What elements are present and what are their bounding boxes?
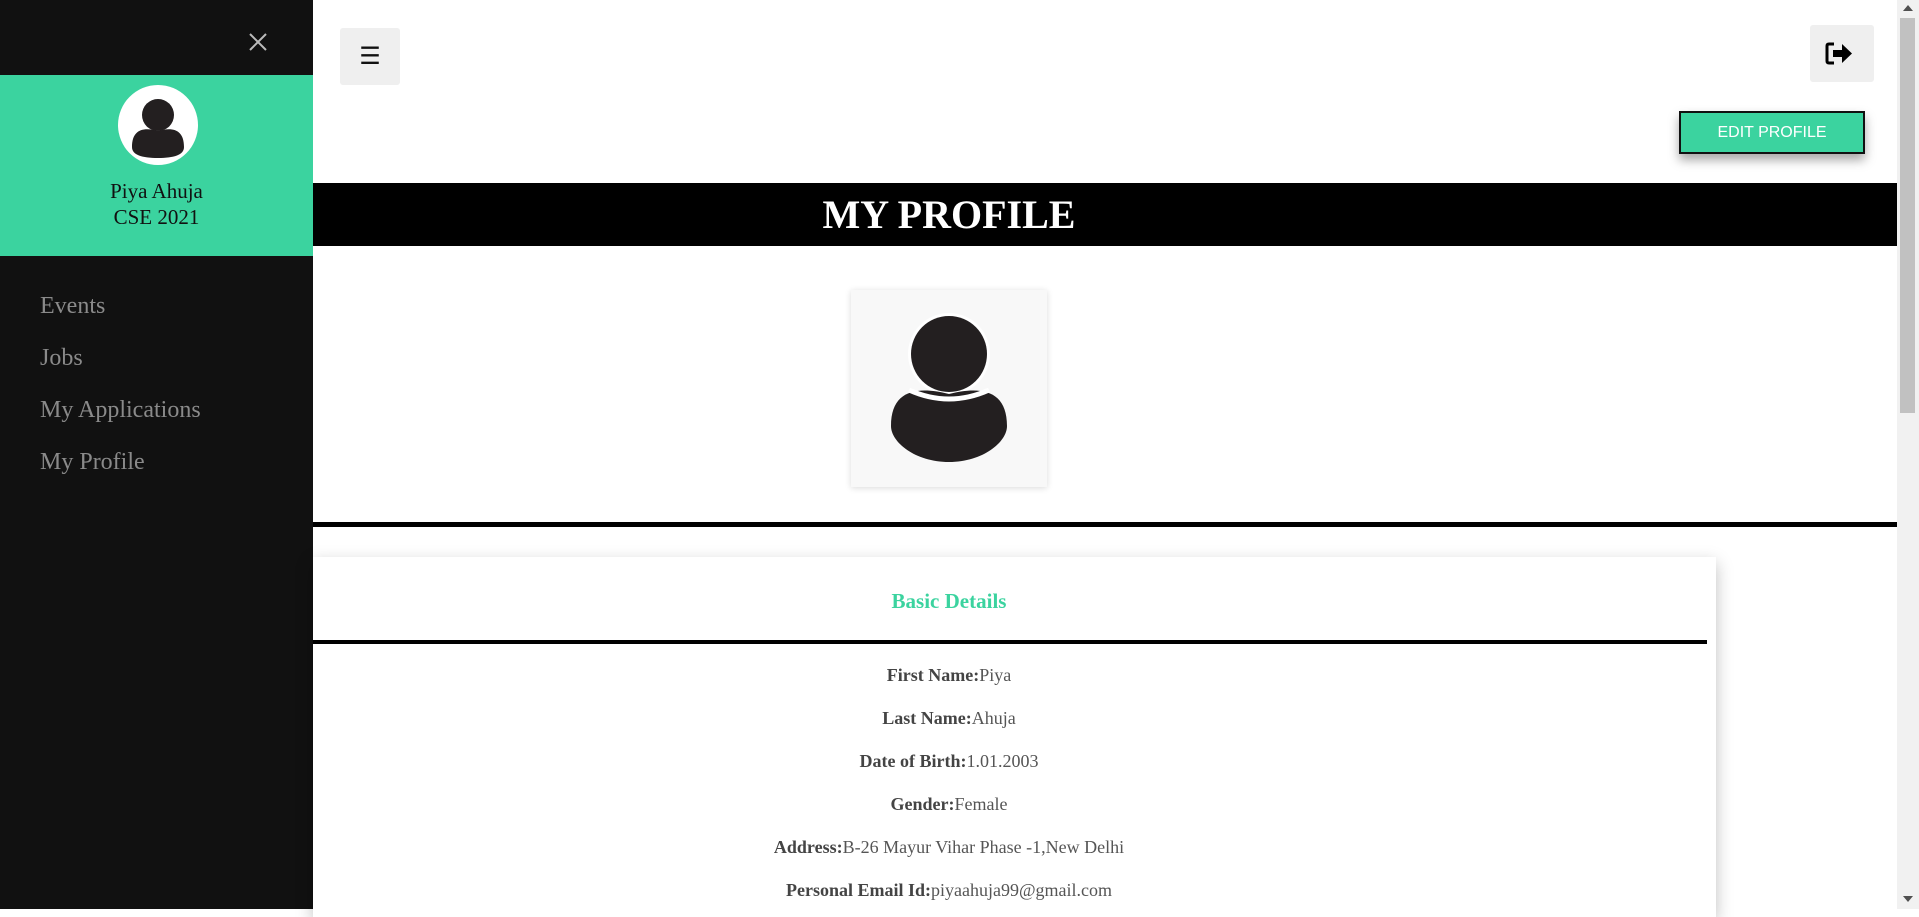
scroll-down-arrow-icon[interactable]: [1903, 896, 1913, 902]
edit-profile-button[interactable]: EDIT PROFILE: [1679, 111, 1865, 154]
profile-picture: [851, 290, 1047, 487]
menu-toggle-button[interactable]: ☰: [340, 28, 400, 85]
detail-personal-email: Personal Email Id:piyaahuja99@gmail.com: [313, 880, 1585, 901]
user-name: Piya Ahuja: [110, 179, 203, 203]
detail-last-name: Last Name:Ahuja: [313, 708, 1585, 729]
close-sidebar-button[interactable]: [240, 24, 276, 60]
basic-details-card: Basic Details First Name:Piya Last Name:…: [313, 557, 1716, 917]
field-label: Date of Birth:: [859, 751, 967, 771]
field-value: Female: [954, 794, 1008, 814]
sidebar-nav: Events Jobs My Applications My Profile: [40, 288, 201, 496]
field-label: Last Name:: [882, 708, 972, 728]
field-value: B-26 Mayur Vihar Phase -1,New Delhi: [842, 837, 1125, 857]
sidebar-profile-block: Piya Ahuja CSE 2021: [0, 75, 313, 256]
field-value: 1.01.2003: [966, 751, 1039, 771]
user-icon: [891, 313, 1007, 462]
card-heading: Basic Details: [891, 589, 1007, 613]
field-value: Piya: [979, 665, 1012, 685]
card-divider: [313, 640, 1707, 644]
sidebar-item-my-profile[interactable]: My Profile: [40, 444, 201, 496]
detail-date-of-birth: Date of Birth:1.01.2003: [313, 751, 1585, 772]
field-label: Gender:: [890, 794, 955, 814]
detail-address: Address:B-26 Mayur Vihar Phase -1,New De…: [313, 837, 1585, 858]
section-divider: [313, 522, 1897, 527]
field-label: Address:: [773, 837, 843, 857]
field-label: Personal Email Id:: [785, 880, 931, 900]
close-icon: [249, 33, 267, 51]
detail-gender: Gender:Female: [313, 794, 1585, 815]
scroll-up-arrow-icon[interactable]: [1903, 5, 1913, 11]
sidebar-item-jobs[interactable]: Jobs: [40, 340, 201, 392]
page-title: MY PROFILE: [822, 192, 1076, 237]
sidebar-item-my-applications[interactable]: My Applications: [40, 392, 201, 444]
scrollbar-thumb[interactable]: [1900, 18, 1915, 413]
field-label: First Name:: [886, 665, 980, 685]
user-batch: CSE 2021: [113, 205, 200, 229]
logout-button[interactable]: [1810, 25, 1874, 82]
detail-first-name: First Name:Piya: [313, 665, 1585, 686]
sign-out-icon: [1825, 42, 1852, 65]
title-bar: MY PROFILE: [313, 183, 1897, 246]
sidebar-item-events[interactable]: Events: [40, 288, 201, 340]
field-value: Ahuja: [971, 708, 1016, 728]
user-icon: [132, 99, 184, 158]
field-value: piyaahuja99@gmail.com: [930, 880, 1113, 900]
hamburger-icon: ☰: [359, 42, 381, 70]
scrollbar[interactable]: [1897, 0, 1919, 909]
avatar: [118, 85, 198, 165]
sidebar: Piya Ahuja CSE 2021 Events Jobs My Appli…: [0, 0, 313, 909]
